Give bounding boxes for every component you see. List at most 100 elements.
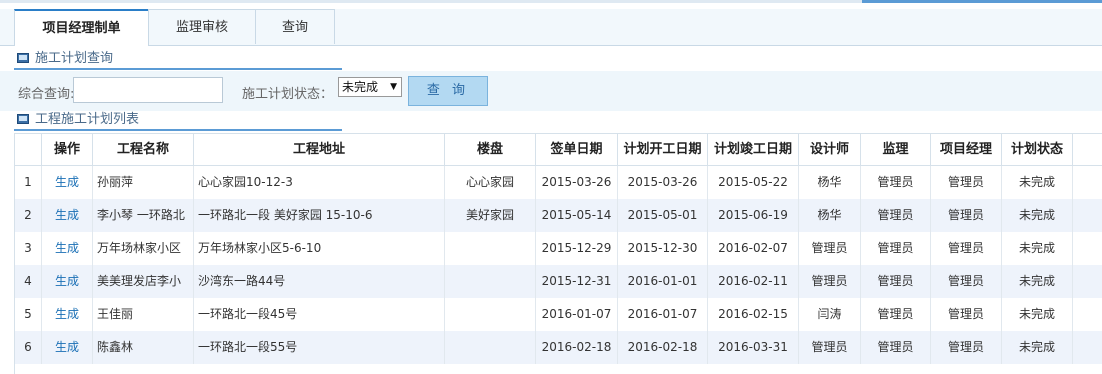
- table-header: 操作 工程名称 工程地址 楼盘 签单日期 计划开工日期 计划竣工日期 设计师 监…: [15, 134, 1102, 166]
- generate-link[interactable]: 生成: [42, 166, 93, 199]
- table-row: 2 生成 李小琴 一环路北 一环路北一段 美好家园 15-10-6 美好家园 2…: [15, 199, 1102, 232]
- project-address: 万年场林家小区5-6-10: [194, 232, 445, 265]
- project-name: 李小琴 一环路北: [93, 199, 194, 232]
- estate: [445, 331, 536, 364]
- row-index: 3: [15, 232, 42, 265]
- plan-status: 未完成: [1002, 331, 1073, 364]
- end-date: 2016-02-15: [708, 298, 799, 331]
- project-manager: 管理员: [931, 166, 1002, 199]
- sign-date: 2015-05-14: [536, 199, 618, 232]
- project-address: 一环路北一段 美好家园 15-10-6: [194, 199, 445, 232]
- start-date: 2016-01-07: [618, 298, 708, 331]
- list-section-header: 工程施工计划列表: [14, 111, 342, 131]
- designer: 管理员: [799, 331, 861, 364]
- start-date: 2015-05-01: [618, 199, 708, 232]
- start-date: 2015-03-26: [618, 166, 708, 199]
- start-date: 2016-02-18: [618, 331, 708, 364]
- plan-status: 未完成: [1002, 166, 1073, 199]
- sign-date: 2015-12-31: [536, 265, 618, 298]
- end-date: 2016-02-07: [708, 232, 799, 265]
- project-name: 美美理发店李小: [93, 265, 194, 298]
- sign-date: 2015-12-29: [536, 232, 618, 265]
- project-address: 一环路北一段55号: [194, 331, 445, 364]
- plan-status: 未完成: [1002, 265, 1073, 298]
- status-label: 施工计划状态：: [242, 87, 334, 102]
- supervisor: 管理员: [861, 298, 931, 331]
- project-name: 孙丽萍: [93, 166, 194, 199]
- supervisor: 管理员: [861, 232, 931, 265]
- start-date: 2015-12-30: [618, 232, 708, 265]
- header-designer: 设计师: [799, 134, 861, 165]
- list-section-title: 工程施工计划列表: [35, 112, 140, 127]
- estate: 心心家园: [445, 166, 536, 199]
- table-row: 1 生成 孙丽萍 心心家园10-12-3 心心家园 2015-03-26 201…: [15, 166, 1102, 199]
- tab-bar: 项目经理制单 监理审核 查询: [0, 9, 1102, 46]
- table-row: 4 生成 美美理发店李小 沙湾东一路44号 2015-12-31 2016-01…: [15, 265, 1102, 298]
- search-button[interactable]: 查 询: [408, 76, 488, 106]
- table-row: 3 生成 万年场林家小区 万年场林家小区5-6-10 2015-12-29 20…: [15, 232, 1102, 265]
- designer: 管理员: [799, 232, 861, 265]
- project-name: 万年场林家小区: [93, 232, 194, 265]
- generate-link[interactable]: 生成: [42, 265, 93, 298]
- project-address: 一环路北一段45号: [194, 298, 445, 331]
- generate-link[interactable]: 生成: [42, 199, 93, 232]
- supervisor: 管理员: [861, 265, 931, 298]
- designer: 杨华: [799, 166, 861, 199]
- row-index: 5: [15, 298, 42, 331]
- row-index: 2: [15, 199, 42, 232]
- plan-status: 未完成: [1002, 199, 1073, 232]
- project-manager: 管理员: [931, 331, 1002, 364]
- project-name: 陈鑫林: [93, 331, 194, 364]
- table-row: 5 生成 王佳丽 一环路北一段45号 2016-01-07 2016-01-07…: [15, 298, 1102, 331]
- tab-manager-order[interactable]: 项目经理制单: [14, 9, 149, 46]
- designer: 杨华: [799, 199, 861, 232]
- designer: 闫涛: [799, 298, 861, 331]
- top-border: [0, 0, 1102, 3]
- header-start-date: 计划开工日期: [618, 134, 708, 165]
- project-manager: 管理员: [931, 199, 1002, 232]
- project-manager: 管理员: [931, 232, 1002, 265]
- status-select[interactable]: 未完成 ▼: [338, 77, 402, 97]
- project-manager: 管理员: [931, 265, 1002, 298]
- keyword-input[interactable]: [73, 77, 223, 103]
- header-manager: 项目经理: [931, 134, 1002, 165]
- project-name: 王佳丽: [93, 298, 194, 331]
- estate: [445, 298, 536, 331]
- end-date: 2016-02-11: [708, 265, 799, 298]
- tab-query[interactable]: 查询: [255, 9, 335, 44]
- end-date: 2015-06-19: [708, 199, 799, 232]
- status-select-value: 未完成: [342, 80, 379, 94]
- generate-link[interactable]: 生成: [42, 232, 93, 265]
- dropdown-arrow-icon: ▼: [390, 82, 397, 92]
- header-supervisor: 监理: [861, 134, 931, 165]
- header-end-date: 计划竣工日期: [708, 134, 799, 165]
- plan-table: 操作 工程名称 工程地址 楼盘 签单日期 计划开工日期 计划竣工日期 设计师 监…: [14, 133, 1102, 374]
- generate-link[interactable]: 生成: [42, 298, 93, 331]
- generate-link[interactable]: 生成: [42, 331, 93, 364]
- tab-supervisor-review[interactable]: 监理审核: [148, 9, 256, 44]
- monitor-icon: [17, 53, 29, 63]
- supervisor: 管理员: [861, 166, 931, 199]
- sign-date: 2015-03-26: [536, 166, 618, 199]
- header-index: [15, 134, 42, 165]
- supervisor: 管理员: [861, 331, 931, 364]
- keyword-label: 综合查询:: [18, 87, 75, 102]
- project-address: 心心家园10-12-3: [194, 166, 445, 199]
- supervisor: 管理员: [861, 199, 931, 232]
- top-accent: [862, 0, 1102, 3]
- header-sign-date: 签单日期: [536, 134, 618, 165]
- table-row: 6 生成 陈鑫林 一环路北一段55号 2016-02-18 2016-02-18…: [15, 331, 1102, 364]
- end-date: 2016-03-31: [708, 331, 799, 364]
- header-address: 工程地址: [194, 134, 445, 165]
- plan-status: 未完成: [1002, 232, 1073, 265]
- sign-date: 2016-02-18: [536, 331, 618, 364]
- query-section-title: 施工计划查询: [35, 51, 114, 66]
- estate: [445, 265, 536, 298]
- monitor-icon: [17, 114, 29, 124]
- filter-bar: 综合查询: 施工计划状态： 未完成 ▼ 查 询: [0, 71, 1102, 111]
- project-address: 沙湾东一路44号: [194, 265, 445, 298]
- header-name: 工程名称: [93, 134, 194, 165]
- sign-date: 2016-01-07: [536, 298, 618, 331]
- header-action: 操作: [42, 134, 93, 165]
- start-date: 2016-01-01: [618, 265, 708, 298]
